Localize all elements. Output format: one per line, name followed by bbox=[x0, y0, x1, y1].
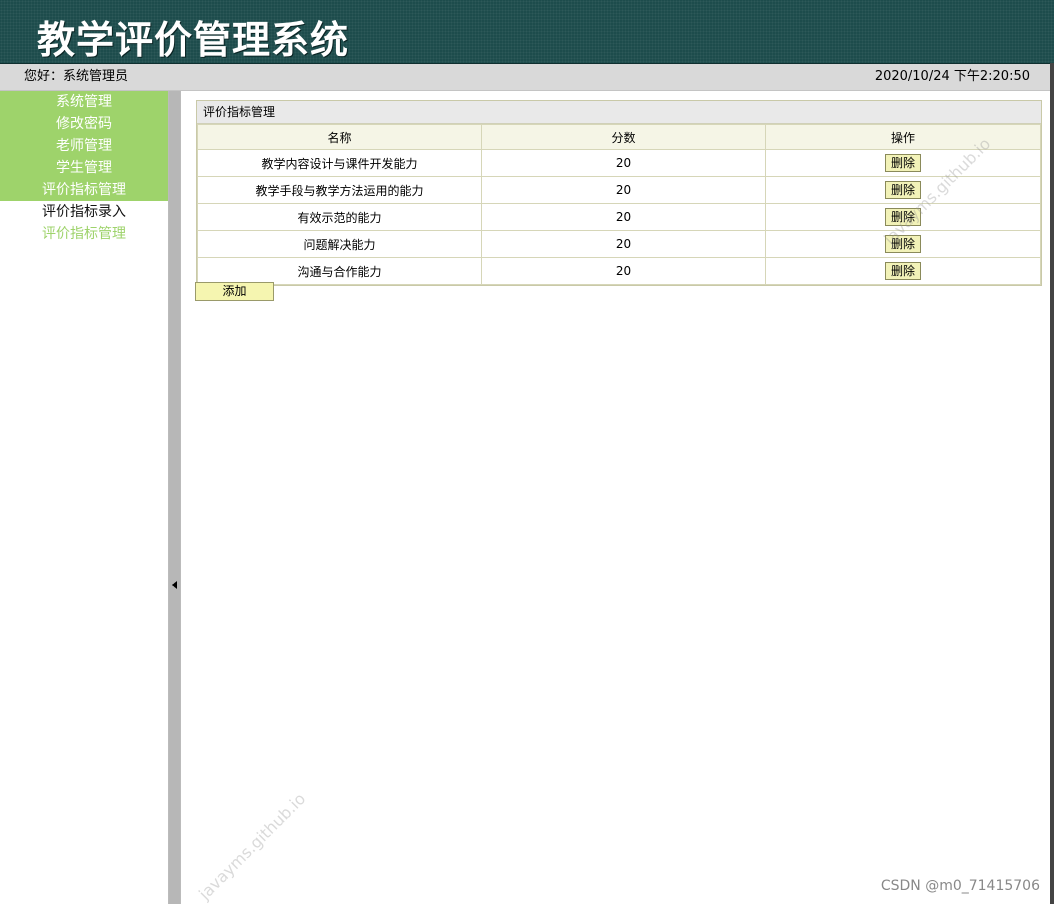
column-header-action: 操作 bbox=[765, 124, 1041, 150]
sidebar-subitem-indicator-manage[interactable]: 评价指标管理 bbox=[0, 223, 168, 245]
indicator-score: 20 bbox=[481, 203, 766, 231]
indicator-name: 沟通与合作能力 bbox=[197, 257, 482, 285]
collapse-arrow-icon[interactable] bbox=[172, 581, 177, 589]
action-cell: 删除 bbox=[765, 176, 1041, 204]
column-header-score: 分数 bbox=[481, 124, 766, 150]
table-row: 问题解决能力 20 删除 bbox=[197, 230, 1041, 258]
column-header-name: 名称 bbox=[197, 124, 482, 150]
app-title: 教学评价管理系统 bbox=[37, 18, 350, 62]
indicator-panel: 评价指标管理 名称 分数 操作 教学内容设计与课件开发能力 20 删除 教学手段… bbox=[196, 100, 1042, 286]
indicator-name: 有效示范的能力 bbox=[197, 203, 482, 231]
footer-credit: CSDN @m0_71415706 bbox=[880, 878, 1040, 894]
delete-button[interactable]: 删除 bbox=[884, 154, 921, 172]
user-bar: 您好：系统管理员 2020/10/24 下午2:20:50 bbox=[0, 64, 1050, 91]
indicator-score: 20 bbox=[481, 149, 766, 177]
indicator-score: 20 bbox=[481, 257, 766, 285]
sidebar: 系统管理 修改密码 老师管理 学生管理 评价指标管理 评价指标录入 评价指标管理 bbox=[0, 91, 168, 904]
sidebar-item-system[interactable]: 系统管理 bbox=[0, 91, 168, 113]
action-cell: 删除 bbox=[765, 149, 1041, 177]
add-button[interactable]: 添加 bbox=[195, 282, 274, 301]
window-edge bbox=[1050, 63, 1054, 904]
user-greeting: 您好：系统管理员 bbox=[24, 69, 129, 84]
delete-button[interactable]: 删除 bbox=[884, 262, 921, 280]
indicator-name: 问题解决能力 bbox=[197, 230, 482, 258]
indicator-score: 20 bbox=[481, 176, 766, 204]
sidebar-item-students[interactable]: 学生管理 bbox=[0, 157, 168, 179]
indicator-name: 教学手段与教学方法运用的能力 bbox=[197, 176, 482, 204]
panel-title: 评价指标管理 bbox=[197, 101, 1041, 124]
table-header-row: 名称 分数 操作 bbox=[197, 124, 1041, 150]
sidebar-item-indicators[interactable]: 评价指标管理 bbox=[0, 179, 168, 201]
table-row: 沟通与合作能力 20 删除 bbox=[197, 257, 1041, 285]
app-header: 教学评价管理系统 bbox=[0, 0, 1054, 64]
table-row: 教学内容设计与课件开发能力 20 删除 bbox=[197, 149, 1041, 177]
indicator-name: 教学内容设计与课件开发能力 bbox=[197, 149, 482, 177]
sidebar-subitem-indicator-entry[interactable]: 评价指标录入 bbox=[0, 201, 168, 223]
sidebar-item-change-password[interactable]: 修改密码 bbox=[0, 113, 168, 135]
current-datetime: 2020/10/24 下午2:20:50 bbox=[874, 69, 1030, 84]
indicator-score: 20 bbox=[481, 230, 766, 258]
sidebar-splitter[interactable] bbox=[168, 91, 181, 904]
sidebar-item-teachers[interactable]: 老师管理 bbox=[0, 135, 168, 157]
action-cell: 删除 bbox=[765, 257, 1041, 285]
delete-button[interactable]: 删除 bbox=[884, 181, 921, 199]
